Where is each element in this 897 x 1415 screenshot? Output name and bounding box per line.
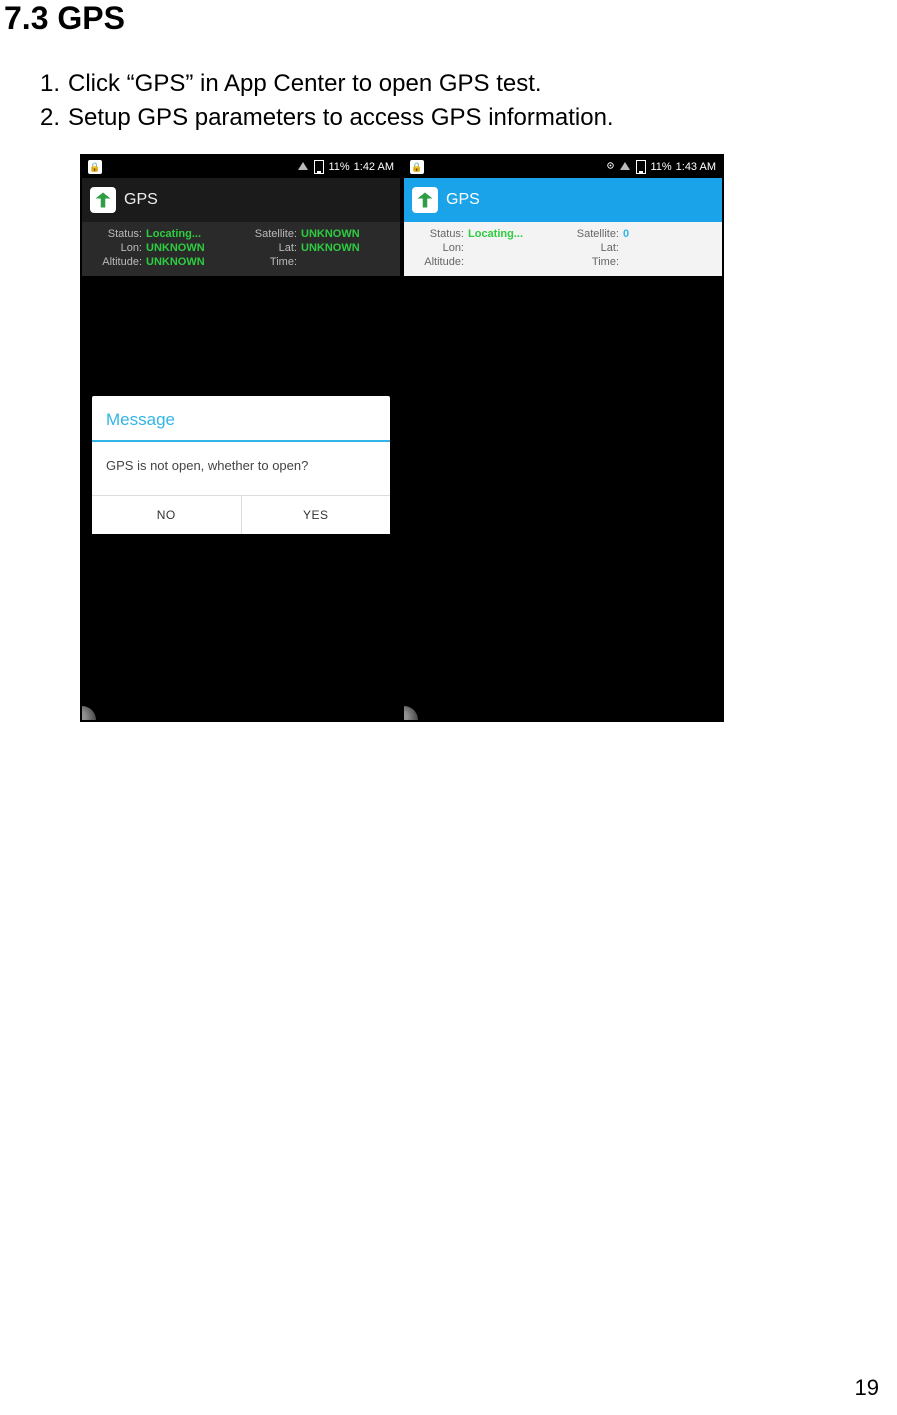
gps-app-icon [412, 187, 438, 213]
dialog-title: Message [92, 396, 390, 442]
page-number: 19 [855, 1375, 879, 1401]
dialog-body: GPS is not open, whether to open? [92, 442, 390, 496]
dialog-no-button[interactable]: NO [92, 496, 242, 534]
satellite-label: Satellite: [243, 228, 297, 240]
gps-info-panel: Status: Locating... Satellite: 0 Lon: La… [404, 222, 722, 276]
lat-value: UNKNOWN [301, 242, 394, 254]
lon-label: Lon: [410, 242, 464, 254]
status-value: Locating... [468, 228, 561, 240]
screenshots-container: 11% 1:42 AM GPS Status: Locating... Sate… [80, 154, 897, 722]
signal-icon [620, 161, 632, 173]
instructions-list: 1. Click “GPS” in App Center to open GPS… [40, 67, 897, 134]
app-title: GPS [124, 191, 158, 209]
satellite-label: Satellite: [565, 228, 619, 240]
dialog-yes-button[interactable]: YES [242, 496, 391, 534]
altitude-label: Altitude: [410, 256, 464, 268]
satellite-value: 0 [623, 228, 716, 240]
list-item: 1. Click “GPS” in App Center to open GPS… [40, 67, 897, 101]
signal-icon [298, 161, 310, 173]
status-label: Status: [410, 228, 464, 240]
time-label: Time: [565, 256, 619, 268]
status-label: Status: [88, 228, 142, 240]
screenshot-right: 11% 1:43 AM GPS Status: Locating... Sate… [402, 154, 724, 722]
assistive-nub[interactable] [80, 706, 96, 722]
lat-label: Lat: [565, 242, 619, 254]
location-icon [605, 160, 616, 174]
list-item: 2. Setup GPS parameters to access GPS in… [40, 101, 897, 135]
time-label: Time: [243, 256, 297, 268]
section-heading: 7.3 GPS [0, 0, 897, 37]
battery-icon [314, 160, 324, 174]
list-number: 1. [40, 67, 68, 101]
altitude-label: Altitude: [88, 256, 142, 268]
clock: 1:42 AM [354, 161, 394, 173]
gps-open-dialog: Message GPS is not open, whether to open… [92, 396, 390, 534]
battery-icon [636, 160, 646, 174]
gps-info-panel: Status: Locating... Satellite: UNKNOWN L… [82, 222, 400, 276]
dialog-actions: NO YES [92, 496, 390, 534]
screen-body: Message GPS is not open, whether to open… [82, 276, 400, 720]
app-bar: GPS [404, 178, 722, 222]
satellite-value: UNKNOWN [301, 228, 394, 240]
status-value: Locating... [146, 228, 239, 240]
gps-app-icon [90, 187, 116, 213]
app-title: GPS [446, 191, 480, 209]
lock-icon [88, 160, 102, 174]
battery-percent: 11% [328, 161, 349, 173]
assistive-nub[interactable] [402, 706, 418, 722]
lat-label: Lat: [243, 242, 297, 254]
clock: 1:43 AM [676, 161, 716, 173]
status-bar: 11% 1:43 AM [404, 156, 722, 178]
battery-percent: 11% [650, 161, 671, 173]
list-text: Click “GPS” in App Center to open GPS te… [68, 67, 542, 101]
screenshot-left: 11% 1:42 AM GPS Status: Locating... Sate… [80, 154, 402, 722]
list-number: 2. [40, 101, 68, 135]
app-bar: GPS [82, 178, 400, 222]
status-bar: 11% 1:42 AM [82, 156, 400, 178]
list-text: Setup GPS parameters to access GPS infor… [68, 101, 614, 135]
altitude-value: UNKNOWN [146, 256, 239, 268]
lon-label: Lon: [88, 242, 142, 254]
lock-icon [410, 160, 424, 174]
lon-value: UNKNOWN [146, 242, 239, 254]
screen-body [404, 276, 722, 720]
